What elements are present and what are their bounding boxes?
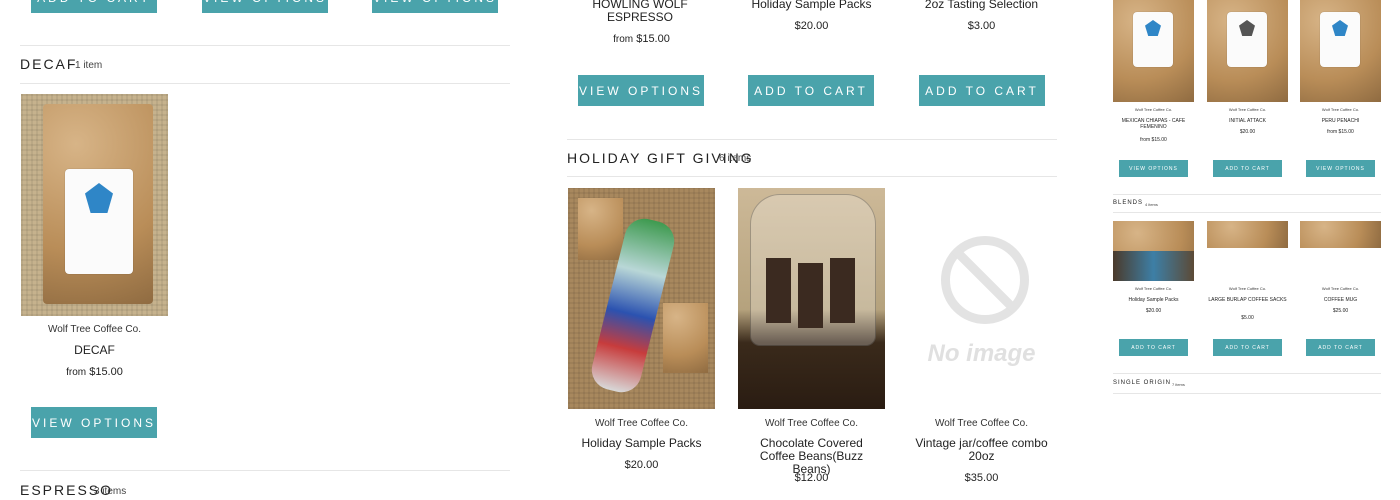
product-vendor: Wolf Tree Coffee Co. xyxy=(1321,286,1360,291)
view-options-button[interactable]: VIEW OPTIONS xyxy=(1306,160,1375,177)
product-vendor: Wolf Tree Coffee Co. xyxy=(594,418,688,429)
product-price: $12.00 xyxy=(794,472,829,484)
view-options-button[interactable]: VIEW OPTIONS xyxy=(31,407,157,438)
section-title-decaf: DECAF xyxy=(20,56,78,72)
wolf-logo-icon xyxy=(1239,20,1255,36)
product-price: from $15.00 xyxy=(1140,137,1167,143)
product-price: from $15.00 xyxy=(568,33,715,45)
product-name[interactable]: INITIAL ATTACK xyxy=(1207,118,1288,124)
product-name[interactable]: COFFEE MUG xyxy=(1300,297,1381,303)
bag-label xyxy=(1133,12,1173,67)
product-image-coffee-mug[interactable] xyxy=(1300,221,1381,248)
product-image-holiday-sample-packs[interactable] xyxy=(1113,221,1194,281)
product-vendor: Wolf Tree Coffee Co. xyxy=(1228,286,1267,291)
product-image-initial-attack[interactable] xyxy=(1207,0,1288,102)
bean-bag-image xyxy=(830,258,855,323)
product-vendor: Wolf Tree Coffee Co. xyxy=(1228,107,1267,112)
view-options-button[interactable]: VIEW OPTIONS xyxy=(202,0,328,13)
bean-bag-image xyxy=(798,263,823,328)
product-image-decaf[interactable] xyxy=(21,94,168,316)
divider xyxy=(20,45,510,46)
middle-column: HOWLING WOLF ESPRESSO from $15.00 Holida… xyxy=(560,0,1080,500)
divider xyxy=(567,139,1057,140)
price-prefix: from xyxy=(613,34,634,45)
product-vendor: Wolf Tree Coffee Co. xyxy=(1134,107,1173,112)
product-name[interactable]: HOWLING WOLF ESPRESSO xyxy=(585,0,695,24)
product-vendor: Wolf Tree Coffee Co. xyxy=(1321,107,1360,112)
price-prefix: from xyxy=(66,367,87,378)
product-name[interactable]: Holiday Sample Packs xyxy=(738,0,885,11)
box-image xyxy=(663,303,708,373)
add-to-cart-button[interactable]: ADD TO CART xyxy=(1213,160,1282,177)
product-name[interactable]: PERU PENACHI xyxy=(1300,118,1381,124)
divider xyxy=(20,83,510,84)
divider xyxy=(1113,212,1381,213)
product-image-buzz-beans[interactable] xyxy=(738,188,885,409)
section-count: 3 items xyxy=(94,486,127,497)
coffee-bag-image xyxy=(43,104,153,304)
price-value: $15.00 xyxy=(636,33,670,45)
product-price: $35.00 xyxy=(964,472,999,484)
bag-label xyxy=(1320,12,1360,67)
product-price: $5.00 xyxy=(1241,315,1254,321)
product-name[interactable]: Chocolate Covered Coffee Beans(Buzz Bean… xyxy=(743,437,880,476)
product-photo-strip xyxy=(1113,251,1194,281)
wolf-logo-icon xyxy=(85,183,113,213)
product-name[interactable]: MEXICAN CHIAPAS - CAFE FEMENINO xyxy=(1113,118,1194,130)
section-title-single-origin: SINGLE ORIGIN xyxy=(1113,380,1172,386)
divider xyxy=(20,470,510,471)
no-image-label: No image xyxy=(927,340,1036,367)
section-count: 7 items xyxy=(1172,382,1185,387)
divider xyxy=(567,176,1057,177)
product-name[interactable]: Holiday Sample Packs xyxy=(568,437,715,450)
product-price: from $15.00 xyxy=(1327,129,1354,135)
divider xyxy=(1113,393,1381,394)
wolf-logo-icon xyxy=(1332,20,1348,36)
product-vendor: Wolf Tree Coffee Co. xyxy=(764,418,858,429)
product-name[interactable]: DECAF xyxy=(21,344,168,357)
box-image xyxy=(578,198,623,260)
bag-label xyxy=(1227,12,1267,67)
add-to-cart-button[interactable]: ADD TO CART xyxy=(1306,339,1375,356)
product-image-peru-penachi[interactable] xyxy=(1300,0,1381,102)
product-image-burlap-sacks[interactable] xyxy=(1207,221,1288,248)
product-price: from $15.00 xyxy=(21,366,168,378)
product-vendor: Wolf Tree Coffee Co. xyxy=(934,418,1028,429)
product-price: $20.00 xyxy=(624,459,659,471)
section-count: 4 items xyxy=(1145,202,1158,207)
right-column: Wolf Tree Coffee Co. MEXICAN CHIAPAS - C… xyxy=(1113,0,1383,500)
view-options-button[interactable]: VIEW OPTIONS xyxy=(578,75,704,106)
product-name[interactable]: Vintage jar/coffee combo 20oz xyxy=(913,437,1050,463)
add-to-cart-button[interactable]: ADD TO CART xyxy=(919,75,1045,106)
product-name[interactable]: 2oz Tasting Selection xyxy=(908,0,1055,11)
section-count: 6 items xyxy=(719,153,752,164)
product-image-mexican-chiapas[interactable] xyxy=(1113,0,1194,102)
section-count: 1 item xyxy=(75,60,103,71)
product-price: $20.00 xyxy=(1145,308,1162,314)
section-title-blends: BLENDS xyxy=(1113,200,1144,206)
product-vendor: Wolf Tree Coffee Co. xyxy=(1134,286,1173,291)
divider xyxy=(1113,194,1381,195)
add-to-cart-button[interactable]: ADD TO CART xyxy=(31,0,157,13)
product-vendor: Wolf Tree Coffee Co. xyxy=(47,324,141,335)
add-to-cart-button[interactable]: ADD TO CART xyxy=(1213,339,1282,356)
product-price: $20.00 xyxy=(1239,129,1256,135)
product-name[interactable]: Holiday Sample Packs xyxy=(1113,297,1194,303)
product-price: $25.00 xyxy=(1332,308,1349,314)
wolf-logo-icon xyxy=(1145,20,1161,36)
bean-bag-image xyxy=(766,258,791,323)
add-to-cart-button[interactable]: ADD TO CART xyxy=(1119,339,1188,356)
view-options-button[interactable]: VIEW OPTIONS xyxy=(372,0,498,13)
price-value: $15.00 xyxy=(89,366,123,378)
product-name[interactable]: LARGE BURLAP COFFEE SACKS xyxy=(1207,297,1288,303)
left-column: ADD TO CART VIEW OPTIONS VIEW OPTIONS DE… xyxy=(0,0,540,500)
view-options-button[interactable]: VIEW OPTIONS xyxy=(1119,160,1188,177)
product-image-holiday-sample-packs[interactable] xyxy=(568,188,715,409)
add-to-cart-button[interactable]: ADD TO CART xyxy=(748,75,874,106)
product-price: $20.00 xyxy=(794,20,829,32)
bag-label xyxy=(65,169,133,274)
product-price: $3.00 xyxy=(967,20,996,32)
product-image-placeholder[interactable]: No image xyxy=(908,188,1055,409)
divider xyxy=(1113,373,1381,374)
